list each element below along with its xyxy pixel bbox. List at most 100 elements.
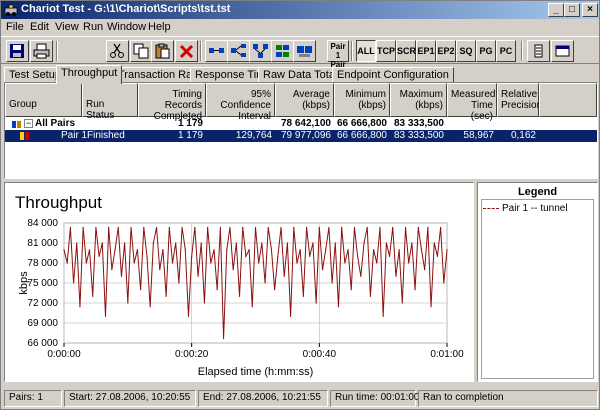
column-header-run-status[interactable]: Run Status [82, 83, 138, 121]
maximize-button[interactable]: □ [564, 3, 580, 17]
cut-button[interactable] [106, 40, 129, 62]
filter-pg-button[interactable]: PG [476, 40, 496, 62]
data-point [69, 226, 71, 229]
cell-timing-records: 1 179 [177, 130, 203, 141]
data-point [213, 249, 215, 251]
data-point [76, 242, 78, 244]
y-tick-label: 78 000 [27, 258, 58, 269]
data-point [366, 226, 368, 229]
pair-names-button[interactable]: Pair 1 Pair 2 [327, 40, 349, 78]
toolbar-separator [351, 41, 353, 61]
filter-ep1-button[interactable]: EP1 [416, 40, 436, 62]
menu-edit[interactable]: Edit [30, 21, 49, 33]
collapse-toggle[interactable]: − [24, 119, 33, 128]
column-header-line: Maximum [399, 89, 443, 100]
minimize-button[interactable]: _ [548, 3, 564, 17]
data-point [72, 282, 75, 284]
paste-button[interactable] [151, 40, 174, 62]
column-header-line: (kbps) [358, 100, 386, 111]
column-header-group[interactable]: Group [5, 83, 82, 117]
list-view-button[interactable] [527, 40, 550, 62]
group-button[interactable] [271, 40, 294, 62]
delete-button[interactable] [175, 40, 198, 62]
filter-scr-button[interactable]: SCR [396, 40, 416, 62]
cell-group: Pair 1 [61, 130, 88, 141]
menu-help[interactable]: Help [148, 21, 171, 33]
copy-button[interactable] [130, 40, 153, 62]
save-button[interactable] [6, 40, 29, 62]
column-header-empty [539, 83, 597, 117]
menu-window[interactable]: Window [107, 21, 146, 33]
cell-group: All Pairs [35, 118, 76, 129]
filter-sq-button[interactable]: SQ [456, 40, 476, 62]
data-point [165, 295, 167, 297]
column-header-line: Measured [451, 89, 496, 100]
data-point [114, 249, 116, 251]
all-pairs-icon [12, 121, 21, 128]
data-point [411, 242, 413, 244]
menu-run[interactable]: Run [83, 21, 103, 33]
result-tabs: Test Setup Throughput Transaction Rate R… [4, 65, 598, 84]
cell-average: 79 977,096 [280, 130, 331, 141]
data-point [331, 282, 333, 284]
status-bar: Pairs: 1 Start: 27.08.2006, 10:20:55 End… [1, 388, 599, 409]
table-row-all-pairs[interactable]: − All Pairs 1 179 78 642,100 66 666,800 … [5, 118, 597, 130]
data-point [108, 226, 110, 229]
data-point [347, 249, 349, 251]
tab-endpoint-configuration[interactable]: Endpoint Configuration [332, 67, 454, 83]
data-point [299, 249, 301, 251]
data-point [92, 295, 94, 297]
legend-item-pair-1[interactable]: Pair 1 -- tunnel [483, 203, 568, 214]
y-tick-label: 72 000 [27, 298, 58, 309]
data-point [127, 302, 129, 304]
menu-view[interactable]: View [55, 21, 79, 33]
column-header-timing-records[interactable]: Timing Records Completed [138, 83, 206, 122]
data-point [210, 262, 212, 264]
column-header-confidence-interval[interactable]: 95% Confidence Interval [206, 83, 275, 122]
filter-all-button[interactable]: ALL [356, 40, 376, 62]
column-header-average[interactable]: Average (kbps) [275, 83, 334, 117]
column-header-maximum[interactable]: Maximum (kbps) [390, 83, 447, 117]
data-point [229, 226, 231, 229]
menu-file[interactable]: File [6, 21, 24, 33]
data-point [388, 255, 391, 257]
filter-ep2-button[interactable]: EP2 [436, 40, 456, 62]
print-button[interactable] [30, 40, 53, 62]
link-button[interactable] [249, 40, 272, 62]
data-point [226, 249, 228, 251]
filter-pc-button[interactable]: PC [496, 40, 516, 62]
column-header-line: (kbps) [415, 100, 443, 111]
comment-button[interactable] [293, 40, 316, 62]
data-point [232, 269, 234, 271]
legend-pane: Legend Pair 1 -- tunnel [477, 182, 598, 382]
data-point [63, 249, 65, 251]
data-point [222, 337, 225, 340]
column-header-minimum[interactable]: Minimum (kbps) [334, 83, 390, 117]
data-point [124, 242, 126, 244]
add-pair-button[interactable] [205, 40, 228, 62]
results-table[interactable]: Group Run Status Timing Records Complete… [4, 82, 598, 179]
column-header-measured-time[interactable]: Measured Time (sec) [447, 83, 497, 122]
data-point [312, 242, 314, 244]
table-row-pair-1[interactable]: Pair 1 Finished 1 179 129,764 79 977,096… [5, 130, 597, 142]
details-view-button[interactable] [551, 40, 574, 62]
data-point [420, 249, 423, 251]
add-multicast-button[interactable] [227, 40, 250, 62]
toolbar-separator [521, 41, 523, 61]
data-point [219, 226, 221, 229]
data-point [254, 226, 257, 229]
data-point [162, 249, 164, 251]
cell-minimum: 66 666,800 [336, 130, 387, 141]
x-tick-label: 0:00:20 [175, 349, 209, 360]
title-bar[interactable]: Chariot Test - G:\1\Chariot\Scripts\tst.… [1, 1, 599, 19]
close-button[interactable]: × [582, 3, 598, 17]
column-header-line: (kbps) [302, 100, 330, 111]
data-point [436, 255, 439, 257]
tab-throughput[interactable]: Throughput [56, 65, 123, 84]
data-point [408, 262, 410, 264]
details-view-icon [555, 45, 570, 57]
filter-tcp-button[interactable]: TCP [376, 40, 396, 62]
column-header-relative-precision[interactable]: Relative Precision [497, 83, 542, 117]
cell-confidence-interval: 129,764 [235, 130, 272, 141]
data-point [133, 262, 135, 264]
